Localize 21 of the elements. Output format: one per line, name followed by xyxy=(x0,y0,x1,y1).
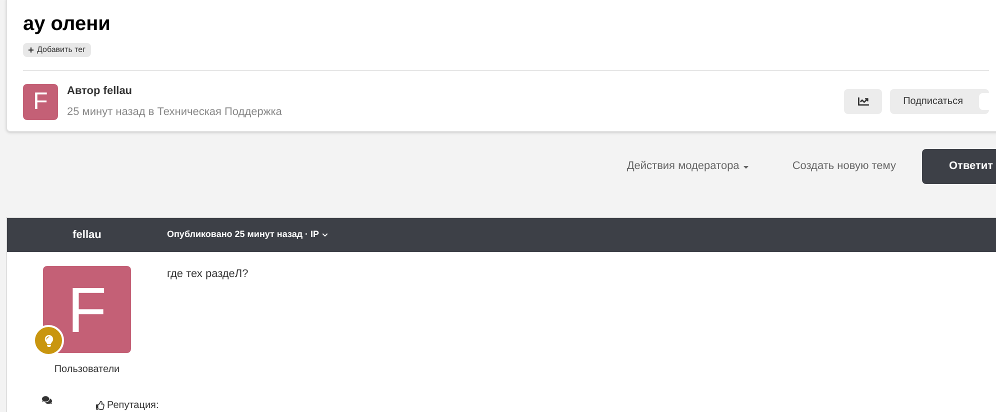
post-date: Опубликовано 25 минут назад · IP xyxy=(167,228,320,242)
post-avatar: F xyxy=(43,266,131,353)
reply-button[interactable]: Ответит xyxy=(922,149,996,184)
reputation-label: Репутация: xyxy=(107,400,159,411)
author-line: Автор fellau xyxy=(67,84,134,99)
post-text: где тех раздеЛ? xyxy=(167,267,248,282)
thumbs-up-icon xyxy=(96,401,105,410)
create-topic-button[interactable]: Создать новую тему xyxy=(792,158,896,175)
author-avatar: F xyxy=(23,84,58,120)
post-author: fellau xyxy=(72,228,102,243)
comments-icon xyxy=(42,395,52,405)
rank-badge-icon xyxy=(33,325,64,356)
chevron-icon xyxy=(322,232,328,238)
chart-button[interactable] xyxy=(844,89,882,114)
plus-icon xyxy=(28,47,34,53)
topic-meta: 25 минут назад в Техническая Поддержка xyxy=(67,104,282,120)
user-group: Пользователи xyxy=(54,362,120,377)
topic-title: ау олени xyxy=(23,12,112,37)
moderator-actions-button[interactable]: Действия модератора xyxy=(626,158,750,175)
add-tag-button[interactable]: Добавить тег xyxy=(23,43,91,57)
chart-icon xyxy=(858,96,869,107)
